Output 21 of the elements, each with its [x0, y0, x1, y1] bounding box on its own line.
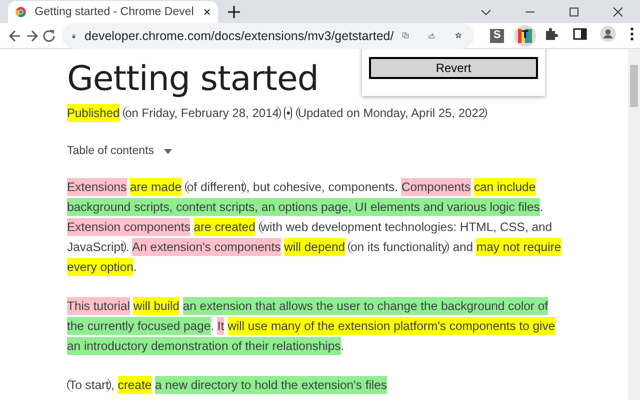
- address-bar[interactable]: developer.chrome.com/docs/extensions/mv3/getstarted/: [62, 22, 474, 48]
- dropdown-caret-icon: [164, 148, 172, 154]
- maximize-icon[interactable]: [567, 4, 581, 18]
- reload-icon[interactable]: [41, 28, 58, 44]
- browser-tab[interactable]: Getting started - Chrome Devel: [8, 1, 218, 23]
- chrome-logo-icon[interactable]: [15, 4, 27, 20]
- extension-button[interactable]: T: [514, 24, 536, 46]
- publish-info: Published on Friday, February 28, 2014 • Updated on Monday, April 25, 2022: [67, 105, 488, 121]
- tab-title: Getting started - Chrome Devel: [34, 6, 194, 18]
- paragraph: Extensions are made of different , but cohesive, components. Components can include background scripts, content scripts, an options page, UI elements and various logic files. Extension components are created with web development technologies: HTML, CSS, and JavaScript . An extension's components will depend on its functionality and may not require every option.: [67, 177, 562, 277]
- revert-button[interactable]: Revert: [369, 57, 538, 79]
- scrollbar[interactable]: [628, 49, 640, 400]
- new-tab-icon[interactable]: [226, 4, 242, 20]
- extension-button[interactable]: S: [486, 24, 508, 46]
- table-of-contents-toggle[interactable]: Table of contents: [67, 145, 172, 157]
- profile-avatar-icon[interactable]: [600, 26, 616, 42]
- close-icon[interactable]: [611, 4, 625, 18]
- paragraph: To start , create a new directory to hold the extension's files: [67, 375, 388, 395]
- page-title: Getting started: [67, 59, 319, 99]
- back-icon[interactable]: [6, 28, 23, 44]
- side-panel-icon[interactable]: [572, 26, 588, 42]
